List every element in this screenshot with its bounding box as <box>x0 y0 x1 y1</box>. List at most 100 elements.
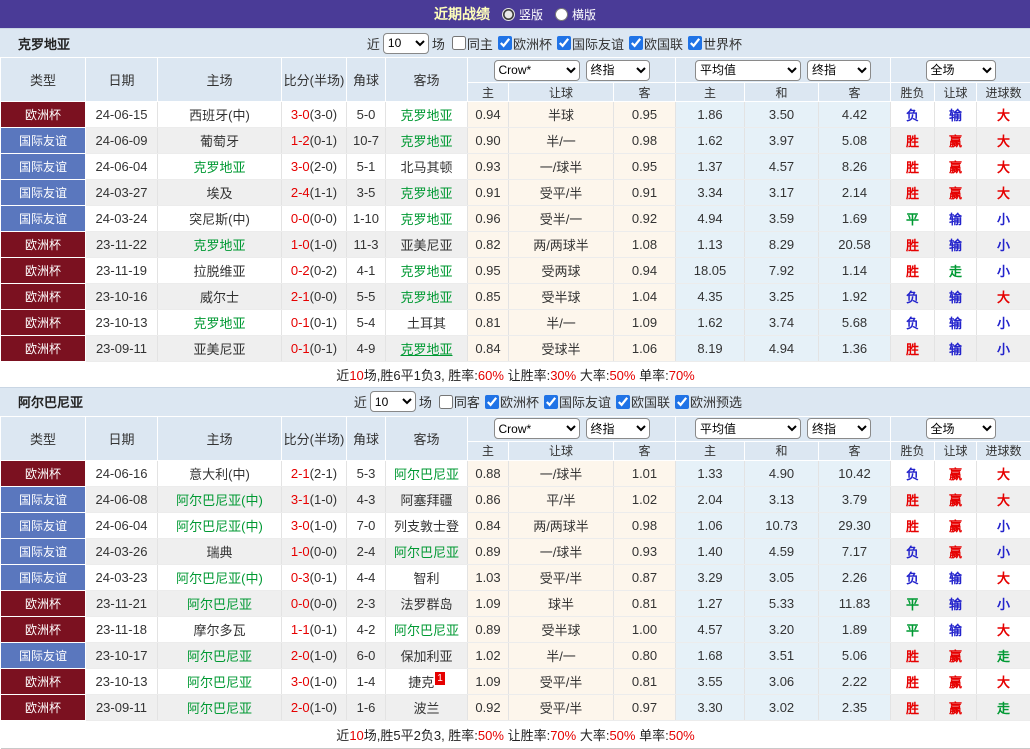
avg-odds-draw: 3.05 <box>745 564 819 590</box>
team-link[interactable]: 克罗地亚 <box>193 316 245 331</box>
league-checkbox[interactable] <box>498 36 512 50</box>
match-date: 24-06-08 <box>86 486 158 512</box>
avg-odds-draw: 7.92 <box>745 258 819 284</box>
avg-odds-draw: 4.90 <box>745 460 819 486</box>
vertical-radio[interactable] <box>502 8 515 21</box>
handicap-odds-away: 0.81 <box>614 668 676 694</box>
final-odds-select-2[interactable]: 终指 <box>807 418 871 439</box>
final-odds-select[interactable]: 终指 <box>586 418 650 439</box>
match-row: 国际友谊24-03-23阿尔巴尼亚(中)0-3(0-1)4-4智利1.03受平/… <box>1 564 1030 590</box>
halftime-score: (2-0) <box>310 159 337 174</box>
scope-select[interactable]: 全场 <box>926 60 996 81</box>
same-venue-checkbox[interactable] <box>439 395 453 409</box>
handicap-line: 一/球半 <box>509 460 614 486</box>
layout-horizontal-option[interactable]: 横版 <box>555 6 596 23</box>
team-link[interactable]: 克罗地亚 <box>400 342 452 357</box>
match-row: 欧洲杯24-06-16意大利(中)2-1(2-1)5-3阿尔巴尼亚0.88一/球… <box>1 460 1030 486</box>
team-link[interactable]: 克罗地亚 <box>400 108 452 123</box>
handicap-line: 两/两球半 <box>509 232 614 258</box>
handicap-odds-home: 0.81 <box>468 310 509 336</box>
team-text: 波兰 <box>413 701 439 716</box>
team-link[interactable]: 阿尔巴尼亚 <box>187 649 252 664</box>
layout-vertical-option[interactable]: 竖版 <box>502 6 543 23</box>
final-odds-select-2[interactable]: 终指 <box>807 60 871 81</box>
same-venue-checkbox[interactable] <box>452 36 466 50</box>
result-goals: 小 <box>977 310 1030 336</box>
match-score: 3-0(1-0) <box>282 512 347 538</box>
league-checkbox[interactable] <box>629 36 643 50</box>
summary-segment: 30% <box>550 368 576 383</box>
same-venue-option[interactable]: 同客 <box>435 392 480 411</box>
result-winloss: 胜 <box>891 668 935 694</box>
team-link[interactable]: 克罗地亚 <box>400 212 452 227</box>
away-team-cell: 土耳其 <box>386 310 468 336</box>
match-score: 0-1(0-1) <box>282 336 347 362</box>
team-link[interactable]: 阿尔巴尼亚 <box>394 545 459 560</box>
league-checkbox[interactable] <box>616 395 630 409</box>
team-link[interactable]: 阿尔巴尼亚 <box>187 597 252 612</box>
avg-odds-away: 2.35 <box>819 694 891 720</box>
result-handicap: 输 <box>935 564 977 590</box>
team-link[interactable]: 克罗地亚 <box>400 290 452 305</box>
recent-count-select[interactable]: 10 <box>383 33 429 54</box>
halftime-score: (1-0) <box>310 518 337 533</box>
result-handicap: 输 <box>935 590 977 616</box>
team-link[interactable]: 阿尔巴尼亚 <box>394 467 459 482</box>
league-checkbox[interactable] <box>688 36 702 50</box>
team-link[interactable]: 阿尔巴尼亚(中) <box>176 493 263 508</box>
team-link[interactable]: 克罗地亚 <box>193 160 245 175</box>
team-link[interactable]: 阿尔巴尼亚 <box>394 623 459 638</box>
team-section-croatia: 克罗地亚 近 10 场 同主 欧洲杯 国际友谊 欧国联 世界杯 类型 日期 <box>0 28 1030 387</box>
recent-count-select[interactable]: 10 <box>370 391 416 412</box>
horizontal-radio[interactable] <box>555 8 568 21</box>
team-link[interactable]: 克罗地亚 <box>400 264 452 279</box>
handicap-line: 两/两球半 <box>509 512 614 538</box>
handicap-line: 受半球 <box>509 616 614 642</box>
match-date: 24-06-16 <box>86 460 158 486</box>
avg-odds-home: 4.94 <box>676 206 745 232</box>
league-option-4[interactable]: 世界杯 <box>686 34 742 53</box>
match-score: 1-0(1-0) <box>282 232 347 258</box>
league-option-1[interactable]: 欧洲杯 <box>483 392 539 411</box>
team-link[interactable]: 克罗地亚 <box>193 238 245 253</box>
league-option-4[interactable]: 欧洲预选 <box>673 392 742 411</box>
same-venue-option[interactable]: 同主 <box>448 34 493 53</box>
league-option-1[interactable]: 欧洲杯 <box>496 34 552 53</box>
scope-select[interactable]: 全场 <box>926 418 996 439</box>
league-checkbox[interactable] <box>675 395 689 409</box>
match-row: 欧洲杯23-09-11阿尔巴尼亚2-0(1-0)1-6波兰0.92受平/半0.9… <box>1 694 1030 720</box>
col-away: 客场 <box>386 416 468 460</box>
team-name: 阿尔巴尼亚 <box>0 392 83 411</box>
league-option-3[interactable]: 欧国联 <box>614 392 670 411</box>
team-link[interactable]: 克罗地亚 <box>400 186 452 201</box>
bookmaker-select[interactable]: Crow* <box>494 418 580 439</box>
halftime-score: (0-1) <box>310 570 337 585</box>
team-link[interactable]: 阿尔巴尼亚(中) <box>176 571 263 586</box>
away-team-cell: 法罗群岛 <box>386 590 468 616</box>
team-link[interactable]: 阿尔巴尼亚 <box>187 675 252 690</box>
col-odds-handicap: 让球 <box>509 83 614 102</box>
bookmaker-select[interactable]: Crow* <box>494 60 580 81</box>
final-odds-select[interactable]: 终指 <box>586 60 650 81</box>
league-checkbox[interactable] <box>544 395 558 409</box>
league-option-2[interactable]: 国际友谊 <box>542 392 611 411</box>
match-date: 24-06-15 <box>86 102 158 128</box>
col-date: 日期 <box>86 58 158 102</box>
team-link[interactable]: 阿尔巴尼亚 <box>187 701 252 716</box>
league-checkbox[interactable] <box>557 36 571 50</box>
match-row: 国际友谊24-06-04阿尔巴尼亚(中)3-0(1-0)7-0列支敦士登0.84… <box>1 512 1030 538</box>
team-link[interactable]: 克罗地亚 <box>400 134 452 149</box>
average-select[interactable]: 平均值 <box>695 60 801 81</box>
handicap-odds-home: 0.90 <box>468 128 509 154</box>
league-option-2[interactable]: 国际友谊 <box>555 34 624 53</box>
result-handicap: 输 <box>935 232 977 258</box>
average-select[interactable]: 平均值 <box>695 418 801 439</box>
league-checkbox[interactable] <box>485 395 499 409</box>
summary-segment: 单率: <box>635 728 668 743</box>
match-row: 欧洲杯23-11-21阿尔巴尼亚0-0(0-0)2-3法罗群岛1.09球半0.8… <box>1 590 1030 616</box>
corner-count: 5-4 <box>347 310 386 336</box>
handicap-odds-home: 0.86 <box>468 486 509 512</box>
match-score: 3-1(1-0) <box>282 486 347 512</box>
league-option-3[interactable]: 欧国联 <box>627 34 683 53</box>
team-link[interactable]: 阿尔巴尼亚(中) <box>176 519 263 534</box>
